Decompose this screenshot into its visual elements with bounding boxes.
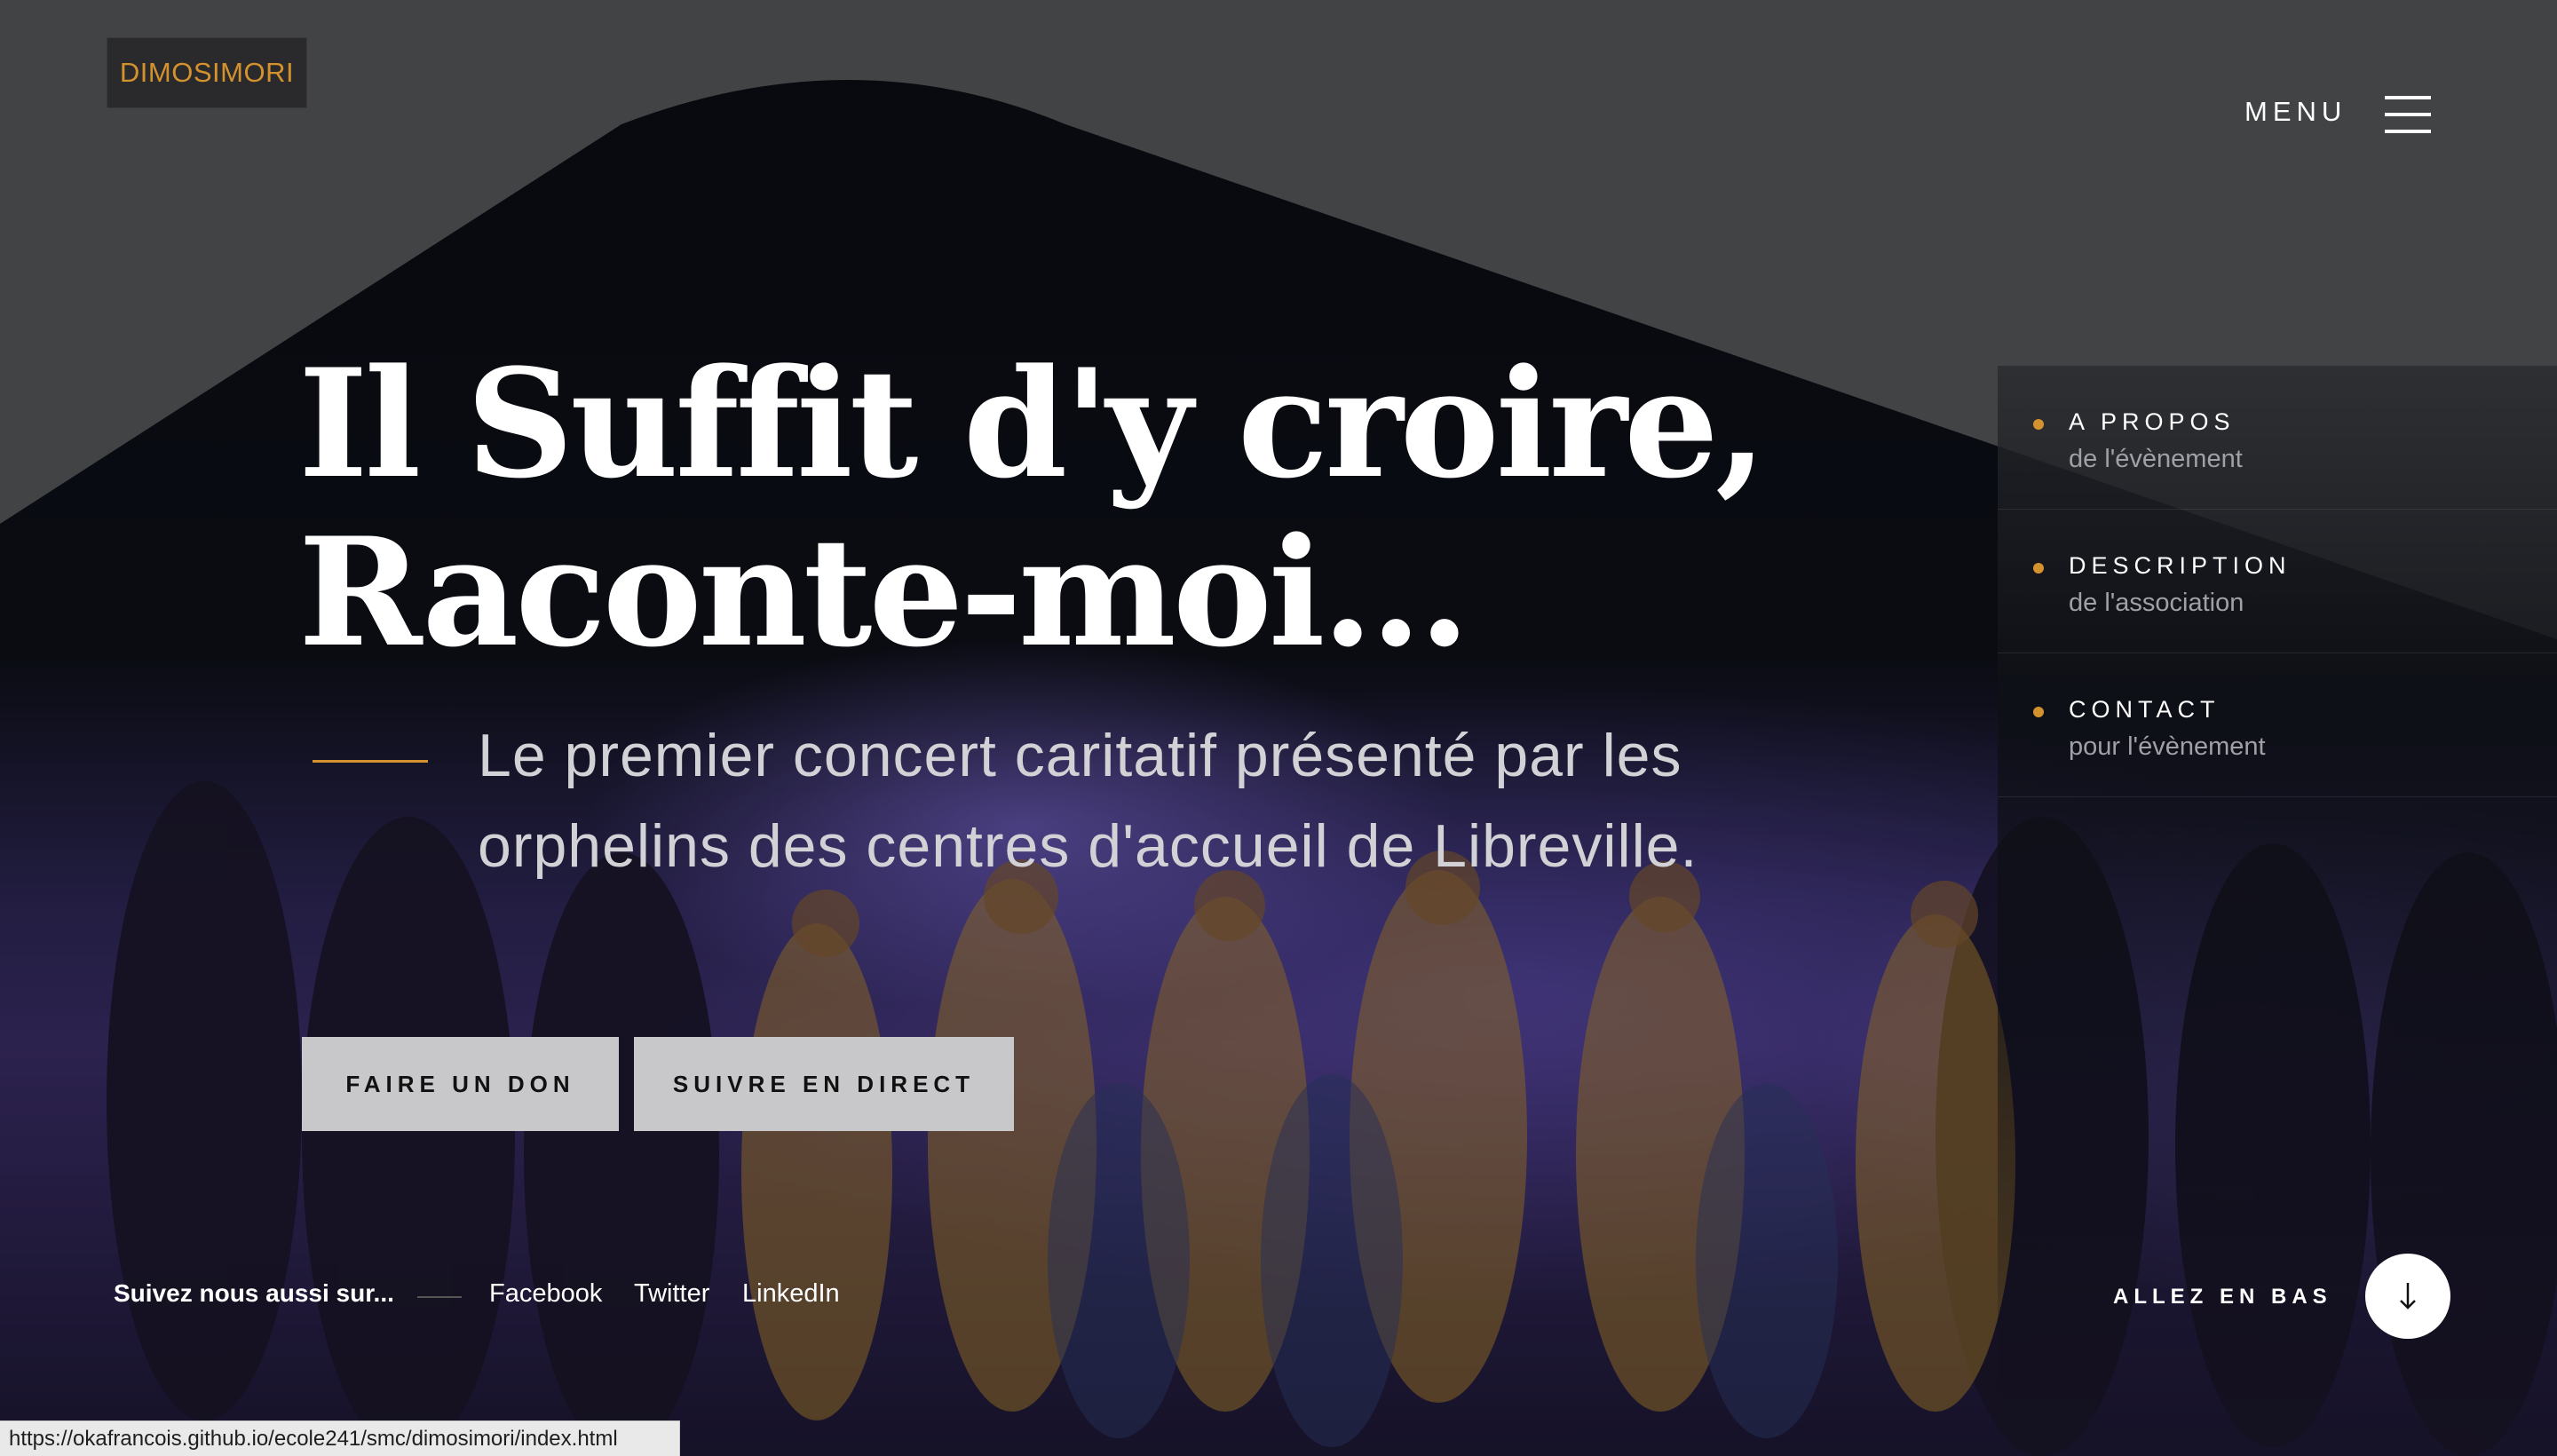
side-nav-title: A PROPOS <box>2069 408 2236 435</box>
bullet-dot-icon <box>2033 419 2044 430</box>
side-nav-title: CONTACT <box>2069 696 2221 723</box>
donate-button[interactable]: FAIRE UN DON <box>302 1037 619 1131</box>
linkedin-link[interactable]: LinkedIn <box>742 1279 840 1309</box>
bullet-dot-icon <box>2033 707 2044 717</box>
hero-headline-line-2: Raconte-moi... <box>298 504 1470 680</box>
side-nav-subtitle: de l'évènement <box>2069 445 2243 473</box>
browser-status-url: https://okafrancois.github.io/ecole241/s… <box>0 1420 680 1456</box>
social-divider <box>417 1296 462 1298</box>
menu-label[interactable]: MENU <box>2244 96 2347 128</box>
side-nav-item-contact[interactable]: CONTACT pour l'évènement <box>1998 653 2557 797</box>
side-nav-subtitle: pour l'évènement <box>2069 732 2266 761</box>
side-nav-title: DESCRIPTION <box>2069 552 2292 579</box>
facebook-link[interactable]: Facebook <box>489 1279 602 1309</box>
hamburger-menu-icon[interactable] <box>2385 96 2431 133</box>
hero-subtitle: Le premier concert caritatif présenté pa… <box>478 722 1698 880</box>
side-nav-item-description[interactable]: DESCRIPTION de l'association <box>1998 510 2557 653</box>
hero-headline: Il Suffit d'y croire, Raconte-moi... <box>298 336 1767 680</box>
site-logo[interactable]: DIMOSIMORI <box>107 37 307 108</box>
twitter-link[interactable]: Twitter <box>634 1279 709 1309</box>
hero-headline-line-1: Il Suffit d'y croire, <box>298 336 1767 511</box>
side-nav-subtitle: de l'association <box>2069 589 2244 617</box>
scroll-down-label: ALLEZ EN BAS <box>2113 1285 2332 1309</box>
arrow-down-icon <box>2400 1283 2416 1310</box>
watch-live-button[interactable]: SUIVRE EN DIRECT <box>634 1037 1014 1131</box>
scroll-down-button[interactable] <box>2365 1254 2450 1339</box>
accent-divider <box>313 760 428 763</box>
bullet-dot-icon <box>2033 563 2044 574</box>
side-nav-item-a-propos[interactable]: A PROPOS de l'évènement <box>1998 366 2557 510</box>
social-follow-label: Suivez nous aussi sur... <box>114 1279 394 1307</box>
